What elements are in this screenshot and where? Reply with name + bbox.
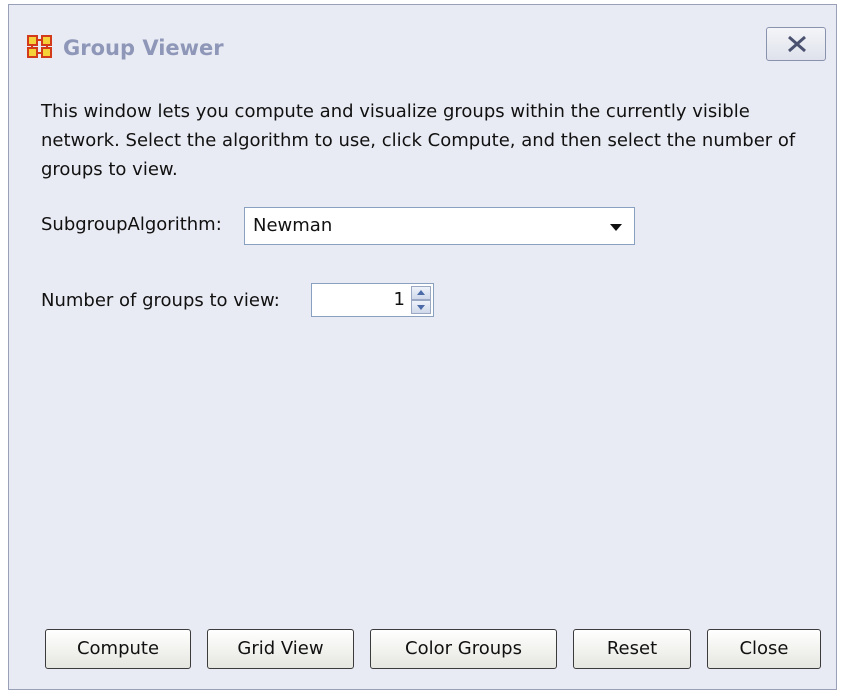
close-window-button[interactable] <box>766 27 826 61</box>
spinner-buttons <box>411 286 431 314</box>
arrow-up-icon <box>417 290 425 295</box>
group-viewer-window: Group Viewer This window lets you comput… <box>8 4 837 690</box>
algorithm-dropdown[interactable]: Newman <box>244 207 635 245</box>
reset-button[interactable]: Reset <box>573 629 691 669</box>
color-groups-button[interactable]: Color Groups <box>370 629 557 669</box>
groups-count-label: Number of groups to view: <box>41 290 280 311</box>
network-grid-icon <box>27 35 53 59</box>
title-bar: Group Viewer <box>9 5 836 79</box>
chevron-down-icon <box>610 224 622 231</box>
groups-count-value[interactable]: 1 <box>394 289 405 310</box>
algorithm-selected-value: Newman <box>253 215 333 236</box>
spinner-up-button[interactable] <box>411 286 431 300</box>
description-text: This window lets you compute and visuali… <box>41 101 796 180</box>
arrow-down-icon <box>417 305 425 310</box>
spinner-down-button[interactable] <box>411 300 431 314</box>
close-button[interactable]: Close <box>707 629 821 669</box>
compute-button[interactable]: Compute <box>45 629 191 669</box>
grid-view-button[interactable]: Grid View <box>207 629 354 669</box>
groups-count-spinner[interactable]: 1 <box>311 283 434 317</box>
algorithm-label: SubgroupAlgorithm: <box>41 214 222 235</box>
window-title: Group Viewer <box>63 36 224 60</box>
